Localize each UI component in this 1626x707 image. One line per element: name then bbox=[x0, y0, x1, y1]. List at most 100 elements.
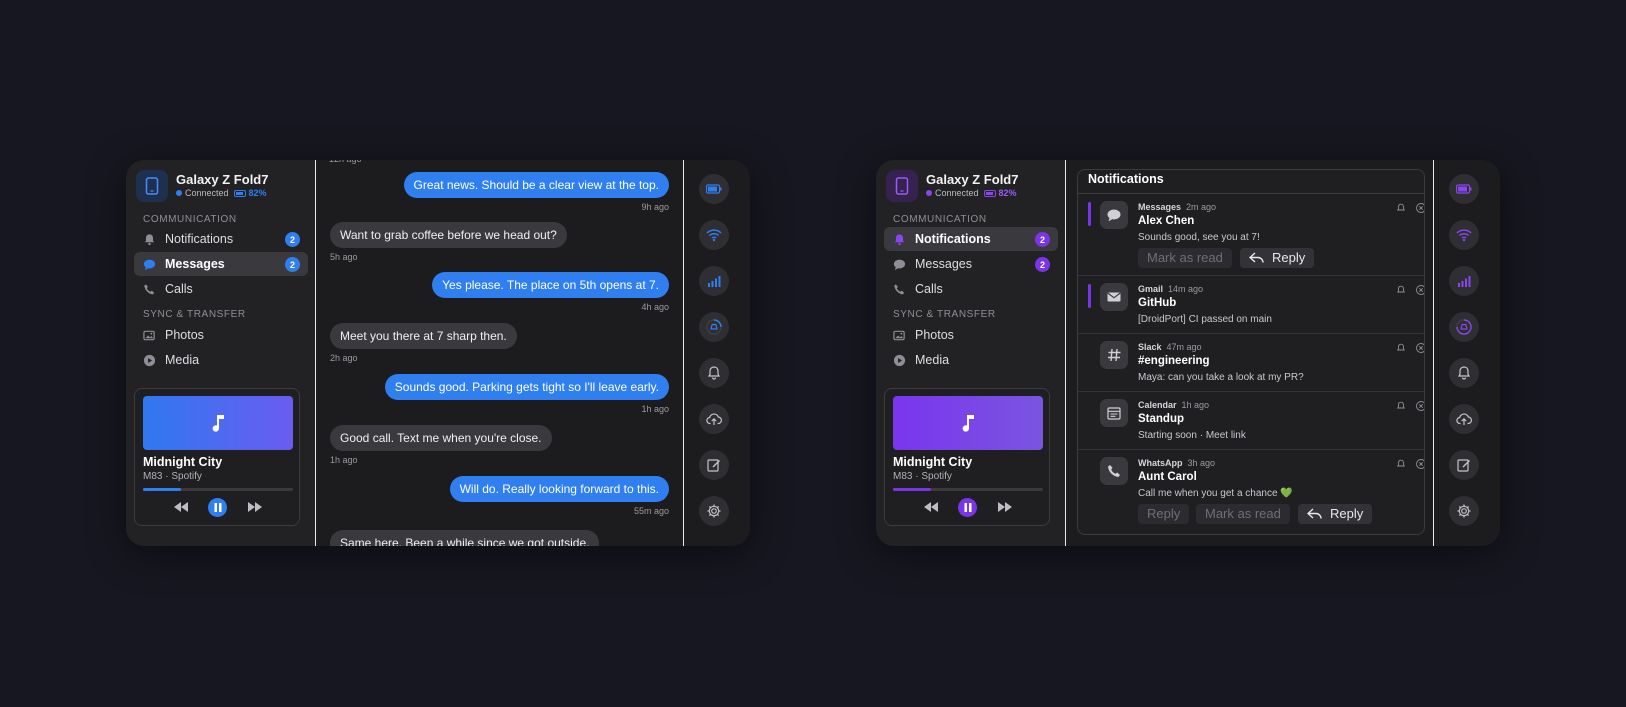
compose-button[interactable] bbox=[699, 450, 729, 480]
mute-bell-button[interactable] bbox=[1396, 285, 1406, 295]
bell-icon bbox=[1397, 343, 1405, 351]
track-progress[interactable] bbox=[143, 488, 293, 491]
sync-button[interactable] bbox=[699, 312, 729, 342]
edit-icon bbox=[1457, 459, 1470, 472]
pause-button[interactable] bbox=[208, 498, 227, 517]
sidebar-item-notifications[interactable]: Notifications 2 bbox=[134, 227, 308, 251]
mute-bell-button[interactable] bbox=[1396, 203, 1406, 213]
notification-item[interactable]: Calendar 1h ago Standup Starting soon · M… bbox=[1078, 392, 1424, 450]
unread-indicator bbox=[1088, 284, 1091, 308]
previous-track-button[interactable] bbox=[923, 498, 939, 516]
sidebar-item-notifications[interactable]: Notifications 2 bbox=[884, 227, 1058, 251]
signal-icon bbox=[708, 276, 721, 287]
sidebar-item-label: Photos bbox=[915, 328, 954, 342]
bell-icon bbox=[1397, 285, 1405, 293]
notifications-panel[interactable]: Notifications Messages 2m ago Alex Chen S… bbox=[1077, 169, 1425, 535]
mute-bell-button[interactable] bbox=[1396, 343, 1406, 353]
notifications-window: Galaxy Z Fold7 Connected 82% COMMUNICATI… bbox=[876, 160, 1500, 546]
dismiss-button[interactable] bbox=[1416, 285, 1424, 295]
message-timestamp: 4h ago bbox=[641, 302, 669, 312]
wifi-button[interactable] bbox=[1449, 220, 1479, 250]
notification-item[interactable]: Messages 2m ago Alex Chen Sounds good, se… bbox=[1078, 194, 1424, 276]
sync-button[interactable] bbox=[1449, 312, 1479, 342]
notification-item[interactable]: Slack 47m ago #engineering Maya: can you … bbox=[1078, 334, 1424, 392]
play-circle-icon bbox=[142, 353, 156, 367]
signal-button[interactable] bbox=[1449, 266, 1479, 296]
notification-item[interactable]: WhatsApp 3h ago Aunt Carol Call me when y… bbox=[1078, 450, 1424, 534]
sidebar-item-calls[interactable]: Calls bbox=[884, 277, 1058, 301]
message-outgoing[interactable]: Yes please. The place on 5th opens at 7. bbox=[432, 272, 669, 298]
close-icon bbox=[1416, 285, 1424, 295]
section-sync-transfer: SYNC & TRANSFER bbox=[893, 309, 996, 320]
compose-button[interactable] bbox=[1449, 450, 1479, 480]
sidebar-item-media[interactable]: Media bbox=[884, 348, 1058, 372]
notification-item[interactable]: Gmail 14m ago GitHub [DroidPort] CI passe… bbox=[1078, 276, 1424, 334]
upload-button[interactable] bbox=[699, 404, 729, 434]
message-thread[interactable]: 12h ago Great news. Should be a clear vi… bbox=[317, 160, 683, 546]
reply-button[interactable]: Reply bbox=[1240, 248, 1315, 268]
message-timestamp: 1h ago bbox=[641, 404, 669, 414]
unread-badge: 2 bbox=[1035, 257, 1050, 272]
message-timestamp-cut: 12h ago bbox=[329, 160, 362, 164]
device-header[interactable]: Galaxy Z Fold7 Connected 82% bbox=[886, 170, 1056, 202]
signal-button[interactable] bbox=[699, 266, 729, 296]
sidebar-item-media[interactable]: Media bbox=[134, 348, 308, 372]
sidebar-item-photos[interactable]: Photos bbox=[134, 323, 308, 347]
message-incoming[interactable]: Want to grab coffee before we head out? bbox=[330, 222, 567, 248]
message-timestamp: 5h ago bbox=[330, 252, 358, 262]
message-incoming[interactable]: Good call. Text me when you're close. bbox=[330, 425, 552, 451]
sidebar-item-photos[interactable]: Photos bbox=[884, 323, 1058, 347]
battery-button[interactable] bbox=[699, 174, 729, 204]
next-track-button[interactable] bbox=[997, 498, 1013, 516]
settings-button[interactable] bbox=[1449, 496, 1479, 526]
upload-button[interactable] bbox=[1449, 404, 1479, 434]
notifications-main: Notifications Messages 2m ago Alex Chen S… bbox=[1067, 160, 1433, 546]
notifications-button[interactable] bbox=[699, 358, 729, 388]
mute-bell-button[interactable] bbox=[1396, 401, 1406, 411]
track-title: Midnight City bbox=[143, 455, 223, 469]
notification-body: Call me when you get a chance 💚 bbox=[1138, 488, 1293, 499]
sidebar-item-messages[interactable]: Messages 2 bbox=[884, 252, 1058, 276]
bell-icon bbox=[1397, 459, 1405, 467]
connection-status: Connected bbox=[185, 188, 229, 198]
notifications-button[interactable] bbox=[1449, 358, 1479, 388]
reply-button[interactable]: Reply bbox=[1298, 504, 1373, 524]
chat-bubble-icon bbox=[1100, 201, 1128, 229]
reply-icon bbox=[1249, 252, 1264, 263]
next-track-button[interactable] bbox=[247, 498, 263, 516]
device-header[interactable]: Galaxy Z Fold7 Connected 82% bbox=[136, 170, 306, 202]
panel-title: Notifications bbox=[1078, 170, 1424, 194]
message-incoming[interactable]: Meet you there at 7 sharp then. bbox=[330, 323, 517, 349]
previous-track-button[interactable] bbox=[173, 498, 189, 516]
dismiss-button[interactable] bbox=[1416, 459, 1424, 469]
notification-time: 1h ago bbox=[1181, 400, 1210, 410]
music-note-icon bbox=[212, 415, 224, 432]
notification-body: Maya: can you take a look at my PR? bbox=[1138, 372, 1304, 383]
message-incoming[interactable]: Same here. Been a while since we got out… bbox=[330, 530, 600, 546]
mark-as-read-button[interactable]: Mark as read bbox=[1196, 504, 1290, 524]
quick-reply-button[interactable]: Reply bbox=[1138, 504, 1190, 524]
dismiss-button[interactable] bbox=[1416, 343, 1424, 353]
mute-bell-button[interactable] bbox=[1396, 459, 1406, 469]
notification-time: 3h ago bbox=[1187, 458, 1216, 468]
message-outgoing[interactable]: Great news. Should be a clear view at th… bbox=[403, 172, 669, 198]
message-timestamp: 1h ago bbox=[330, 455, 358, 465]
settings-button[interactable] bbox=[699, 496, 729, 526]
track-progress[interactable] bbox=[893, 488, 1043, 491]
battery-button[interactable] bbox=[1449, 174, 1479, 204]
sidebar-item-calls[interactable]: Calls bbox=[134, 277, 308, 301]
message-outgoing[interactable]: Sounds good. Parking gets tight so I'll … bbox=[384, 374, 669, 400]
pause-button[interactable] bbox=[958, 498, 977, 517]
battery-percent: 82% bbox=[998, 188, 1017, 198]
photos-icon bbox=[892, 328, 906, 342]
mark-as-read-button[interactable]: Mark as read bbox=[1138, 248, 1232, 268]
message-outgoing[interactable]: Will do. Really looking forward to this. bbox=[449, 476, 669, 502]
sidebar-item-label: Notifications bbox=[165, 232, 234, 246]
dismiss-button[interactable] bbox=[1416, 401, 1424, 411]
wifi-button[interactable] bbox=[699, 220, 729, 250]
dismiss-button[interactable] bbox=[1416, 203, 1424, 213]
battery-percent: 82% bbox=[248, 188, 267, 198]
sidebar: Galaxy Z Fold7 Connected 82% COMMUNICATI… bbox=[126, 160, 316, 546]
sidebar-item-messages[interactable]: Messages 2 bbox=[134, 252, 308, 276]
photos-icon bbox=[142, 328, 156, 342]
